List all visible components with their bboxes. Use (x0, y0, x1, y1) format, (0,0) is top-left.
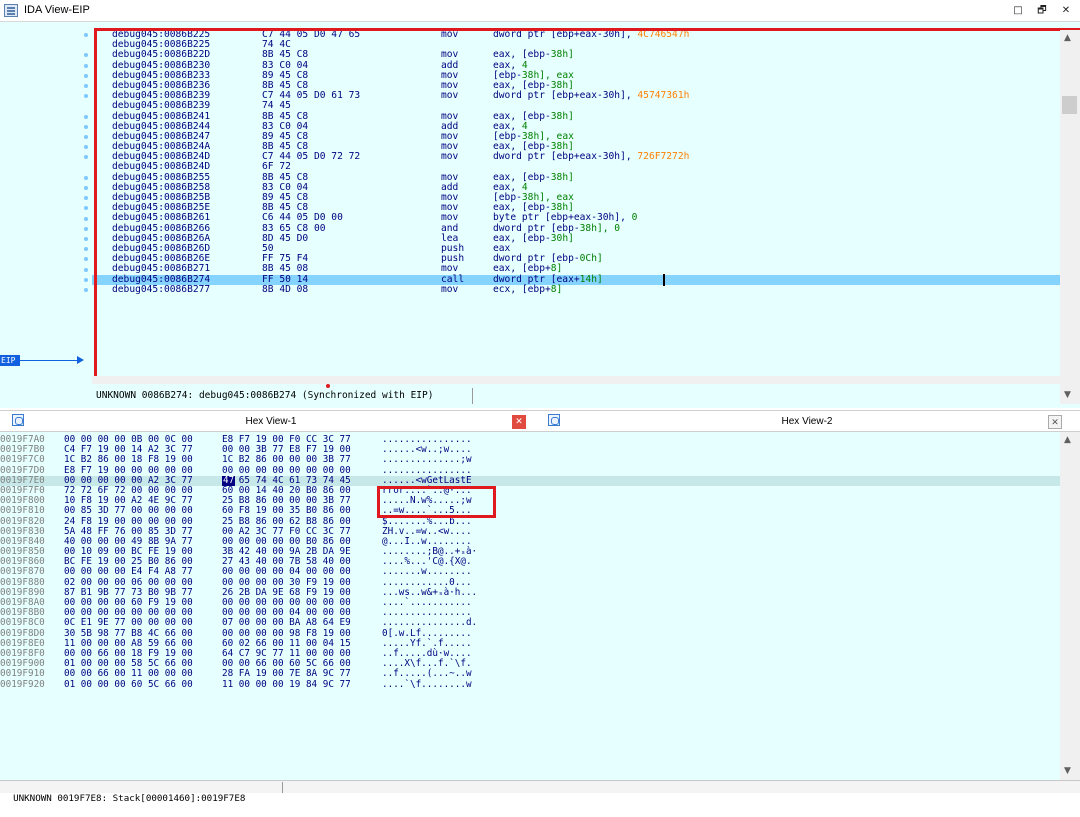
breakpoint-dot-icon[interactable] (84, 124, 88, 129)
hex-bytes-left: 00 85 3D 77 00 00 00 00 (64, 505, 193, 517)
breakpoint-dot-icon[interactable] (84, 135, 88, 139)
breakpoint-dot-icon[interactable] (84, 277, 88, 282)
hex-view-icon (12, 414, 24, 426)
breakpoint-dot-icon[interactable] (84, 73, 88, 78)
maximize-icon[interactable]: □ (1010, 3, 1026, 19)
breakpoint-dot-icon[interactable] (84, 114, 88, 119)
breakpoint-dot-icon[interactable] (84, 145, 88, 150)
hex-dump[interactable]: 0019F7A0 00 00 00 00 0B 00 0C 00 E8 F7 19 … (0, 435, 1060, 780)
sync-dot-icon (326, 384, 330, 388)
hex-row[interactable]: 0019F810 00 85 3D 77 00 00 00 00 60 F8 19 … (0, 506, 1060, 516)
hex-ascii: ....`\f........w (382, 678, 472, 690)
scroll-up-icon[interactable]: ▲ (1064, 435, 1071, 445)
hex-row[interactable]: 0019F920 01 00 00 00 60 5C 66 00 11 00 00 … (0, 678, 1060, 690)
restore-icon[interactable]: 🗗 (1034, 3, 1050, 19)
hex-ascii: ..f.....(...~..w (382, 668, 472, 680)
disassembly-vscrollbar[interactable]: ▲ ▼ (1060, 30, 1080, 404)
scroll-down-icon[interactable]: ▼ (1064, 766, 1071, 776)
breakpoint-dot-icon[interactable] (84, 63, 88, 68)
breakpoint-dot-icon[interactable] (84, 226, 88, 231)
hex-tab-bar: Hex View-1 ✕ Hex View-2 ✕ (0, 410, 1080, 432)
breakpoint-dot-icon[interactable] (84, 196, 88, 201)
ida-status-line: UNKNOWN 0086B274: debug045:0086B274 (Syn… (96, 390, 434, 401)
breakpoint-dot-icon[interactable] (84, 216, 88, 221)
ida-view-icon (4, 4, 18, 17)
hex-bytes-right: 28 FA 19 00 7E 8A 9C 77 (222, 668, 351, 680)
close-icon[interactable]: ✕ (1058, 3, 1074, 19)
breakpoint-dot-icon[interactable] (84, 267, 88, 272)
breakpoint-dot-icon[interactable] (84, 206, 88, 211)
breakpoint-dot-icon[interactable] (84, 155, 88, 160)
breakpoint-dot-icon[interactable] (84, 175, 88, 180)
breakpoint-dot-icon[interactable] (84, 33, 88, 37)
breakpoint-dot-icon[interactable] (84, 94, 88, 99)
window-title: IDA View-EIP (24, 4, 90, 16)
scroll-thumb[interactable] (1062, 96, 1077, 114)
hex-bytes-left: 01 00 00 00 60 5C 66 00 (64, 678, 193, 690)
breakpoint-dot-icon[interactable] (84, 186, 88, 190)
breakpoint-dot-icon[interactable] (84, 53, 88, 58)
disassembly-hscrollbar[interactable] (92, 376, 1060, 384)
ida-disassembly-view[interactable]: EIP debug045:0086B225 C7 44 05 D0 47 65 mo… (0, 22, 1080, 408)
hex-address: 0019F810 (0, 505, 45, 517)
breakpoint-dot-icon[interactable] (84, 84, 88, 88)
status-divider (472, 388, 473, 404)
eip-arrow (20, 356, 84, 364)
scroll-down-icon[interactable]: ▼ (1064, 390, 1071, 400)
highlight-box-disassembly (94, 28, 1080, 379)
scroll-up-icon[interactable]: ▲ (1064, 33, 1071, 43)
breakpoint-gutter[interactable] (0, 22, 92, 404)
breakpoint-dot-icon[interactable] (84, 247, 88, 252)
tab-hex-view-2[interactable]: Hex View-2 (712, 411, 902, 433)
tab-hex-view-1[interactable]: Hex View-1 (176, 411, 366, 433)
breakpoint-dot-icon[interactable] (84, 237, 88, 241)
highlight-box-ascii (377, 486, 496, 518)
hex-view-icon (548, 414, 560, 426)
close-tab-hex2-icon[interactable]: ✕ (1048, 415, 1062, 429)
breakpoint-dot-icon[interactable] (84, 257, 88, 262)
window-titlebar: IDA View-EIP □ 🗗 ✕ (0, 0, 1080, 22)
status-divider (282, 782, 283, 793)
eip-marker: EIP (0, 355, 20, 366)
hex-bytes-right: 60 F8 19 00 35 B0 86 00 (222, 505, 351, 517)
hex-status-line: UNKNOWN 0019F7E8: Stack[00001460]:0019F7… (0, 780, 1080, 804)
hex-address: 0019F910 (0, 668, 45, 680)
hex-row[interactable]: 0019F910 00 00 66 00 11 00 00 00 28 FA 19 … (0, 669, 1060, 679)
hex-address: 0019F920 (0, 678, 45, 690)
hex-status-text: UNKNOWN 0019F7E8: Stack[00001460]:0019F7… (13, 793, 246, 804)
hex-bytes-right: 11 00 00 00 19 84 9C 77 (222, 678, 351, 690)
close-tab-hex1-icon[interactable]: ✕ (512, 415, 526, 429)
hex-bytes-left: 00 00 66 00 11 00 00 00 (64, 668, 193, 680)
hex-view[interactable]: 0019F7A0 00 00 00 00 0B 00 0C 00 E8 F7 19 … (0, 432, 1080, 780)
breakpoint-dot-icon[interactable] (84, 288, 88, 292)
hex-vscrollbar[interactable]: ▲ ▼ (1060, 432, 1080, 780)
